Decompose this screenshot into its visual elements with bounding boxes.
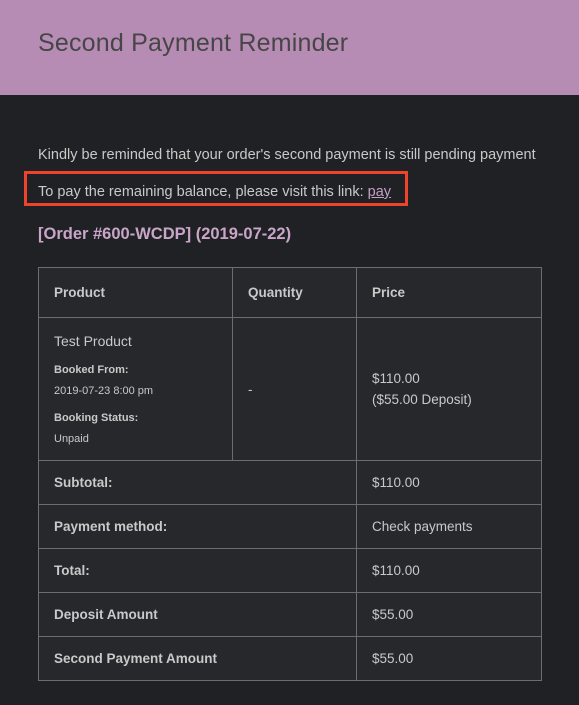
table-header-row: Product Quantity Price xyxy=(38,267,542,318)
table-head: Product Quantity Price xyxy=(38,267,542,318)
table-row: Total: $110.00 xyxy=(38,548,542,593)
summary-label-total: Total: xyxy=(38,548,357,593)
summary-value-deposit-amount: $55.00 xyxy=(356,592,542,637)
summary-value-subtotal: $110.00 xyxy=(356,460,542,505)
order-details-table: Product Quantity Price Test Product Book… xyxy=(38,267,542,681)
booked-from-label: Booked From: xyxy=(54,364,129,376)
cell-quantity: - xyxy=(232,317,357,461)
summary-value-total: $110.00 xyxy=(356,548,542,593)
summary-label-deposit-amount: Deposit Amount xyxy=(38,592,357,637)
summary-label-subtotal: Subtotal: xyxy=(38,460,357,505)
pay-link[interactable]: pay xyxy=(368,184,391,200)
summary-label-payment-method: Payment method: xyxy=(38,504,357,549)
booking-status-value: Unpaid xyxy=(54,433,89,445)
email-preview: Second Payment Reminder Kindly be remind… xyxy=(0,0,579,705)
table-row: Test Product Booked From: 2019-07-23 8:0… xyxy=(38,317,542,461)
price-deposit-note: ($55.00 Deposit) xyxy=(372,392,472,407)
summary-label-second-payment-amount: Second Payment Amount xyxy=(38,636,357,681)
pay-link-line: To pay the remaining balance, please vis… xyxy=(38,182,541,202)
product-name: Test Product xyxy=(54,333,132,349)
table-body: Test Product Booked From: 2019-07-23 8:0… xyxy=(38,317,542,681)
column-header-price: Price xyxy=(356,267,542,318)
email-body: Kindly be reminded that your order's sec… xyxy=(0,95,579,681)
column-header-quantity: Quantity xyxy=(232,267,357,318)
cell-product: Test Product Booked From: 2019-07-23 8:0… xyxy=(38,317,233,461)
booking-status-label: Booking Status: xyxy=(54,412,139,424)
table-row: Payment method: Check payments xyxy=(38,504,542,549)
booked-from-value: 2019-07-23 8:00 pm xyxy=(54,385,154,397)
email-header: Second Payment Reminder xyxy=(0,0,579,95)
pay-link-line-container: To pay the remaining balance, please vis… xyxy=(24,171,541,206)
summary-value-second-payment-amount: $55.00 xyxy=(356,636,542,681)
column-header-product: Product xyxy=(38,267,233,318)
page-title: Second Payment Reminder xyxy=(38,29,349,57)
summary-value-payment-method: Check payments xyxy=(356,504,542,549)
table-row: Second Payment Amount $55.00 xyxy=(38,636,542,681)
cell-price: $110.00 ($55.00 Deposit) xyxy=(356,317,542,461)
intro-text: Kindly be reminded that your order's sec… xyxy=(38,147,536,163)
table-row: Subtotal: $110.00 xyxy=(38,460,542,505)
order-heading: [Order #600-WCDP] (2019-07-22) xyxy=(38,225,292,243)
table-row: Deposit Amount $55.00 xyxy=(38,592,542,637)
pay-link-prefix: To pay the remaining balance, please vis… xyxy=(38,184,368,200)
price-amount: $110.00 xyxy=(372,371,420,386)
